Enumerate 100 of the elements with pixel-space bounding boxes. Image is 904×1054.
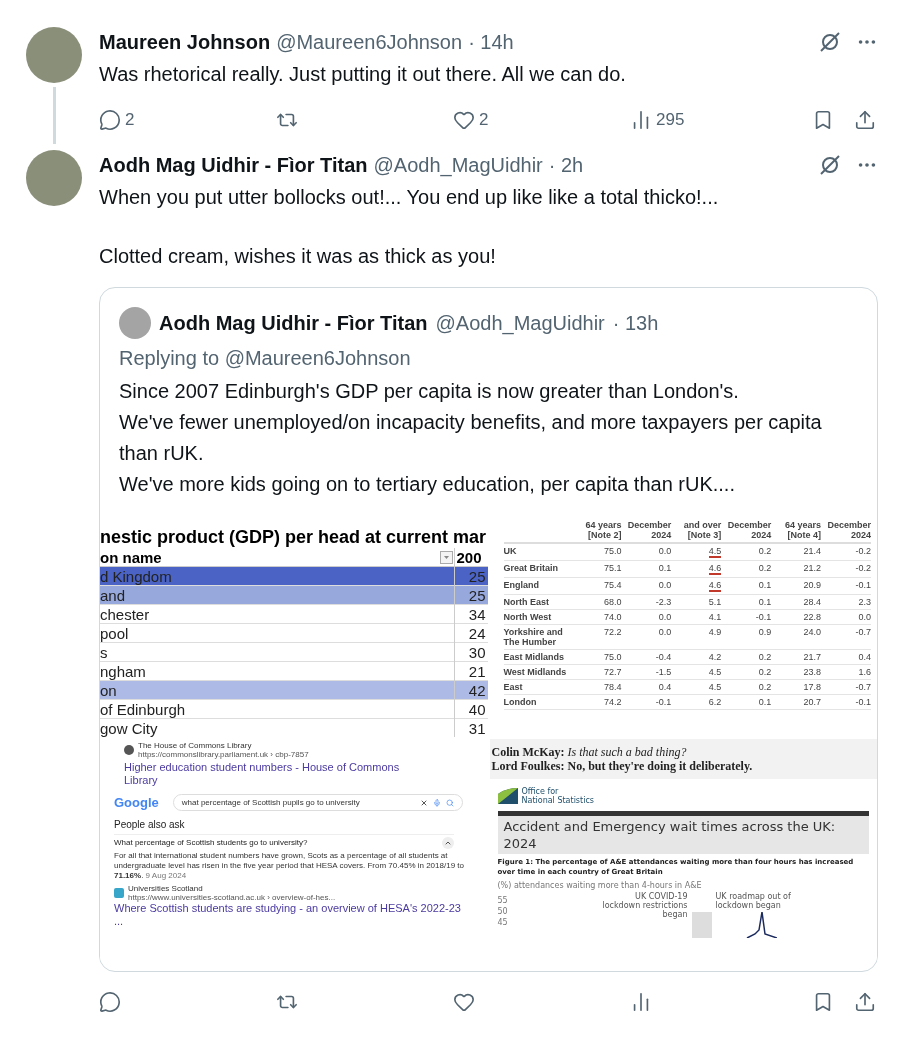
table-cell: 4.5 [708,667,722,677]
author-handle[interactable]: @Maureen6Johnson [276,27,463,57]
transcript-line: Lord Foulkes: No, but they're doing it deliberately. [491,759,754,773]
table-cell: 21 [453,661,488,681]
reply-button[interactable]: 2 [99,107,135,133]
column-header: December 2024 [726,520,772,540]
post-time: · 13h [612,311,659,336]
answer-snippet: For all that international student numbers have grown, Scots as a percentage of all students at undergraduate level has risen in the five year period that HESA covers. From 70.45% in 2018/19 to 71.16%. 9 Aug 2024 [114,850,464,881]
table-cell-text: 0.9 [758,627,772,639]
question-text[interactable]: What percentage of Scottish students go to university? [114,836,308,849]
table-cell: 21.2 [803,563,822,575]
table-cell: 0.2 [758,682,772,692]
table-cell: 78.4 [603,682,622,692]
table-cell: -0.2 [855,546,872,558]
table-cell: 25 [453,585,488,605]
table-cell: 74.2 [603,697,622,707]
table-cell: 0.4 [858,652,872,662]
table-cell: 17.8 [803,682,822,692]
chart-note: UK roadmap out of lockdown began [715,892,792,910]
table-cell: -0.4 [655,652,672,662]
result-url: https://www.universities-scotland.ac.uk › overview-of-hes... [128,892,336,902]
table-cell: 34 [453,604,488,624]
table-cell: -0.1 [855,697,872,707]
column-header: and over [Note 3] [682,520,722,540]
table-cell: 0.0 [658,546,672,558]
views-button[interactable]: 295 [630,107,685,133]
table-cell-text: East Midlands [503,652,565,662]
table-cell-text: s [100,642,109,662]
column-header: 200 [453,547,488,567]
table-cell: 4.5 [708,546,722,558]
table-cell-text: Great Britain [503,563,559,575]
table-cell: 23.8 [803,667,822,677]
axis-tick: 55 [497,896,509,905]
table-cell: 4.5 [708,682,722,692]
table-cell: 0.2 [758,667,772,677]
table-cell: 31 [453,718,488,737]
axis-tick: 45 [497,918,509,927]
table-cell: -0.7 [855,682,872,692]
table-cell: 22.8 [803,612,822,622]
table-cell-text: Yorkshire and The Humber [503,627,564,647]
table-cell: 0.2 [758,546,772,558]
table-cell: 1.6 [858,667,872,677]
table-cell-text: gow City [100,718,159,737]
author-handle[interactable]: @Aodh_MagUidhir [373,150,543,180]
like-button[interactable]: 2 [453,107,489,133]
table-cell: 0.1 [758,697,772,707]
transcript-line: Colin McKay: Is that such a bad thing? [491,745,688,759]
table-cell: 75.0 [603,652,622,662]
table-cell: 40 [453,699,488,719]
table-cell: 4.2 [708,652,722,662]
table-cell: 28.4 [803,597,822,607]
table-cell: 25 [453,566,488,586]
mention-link[interactable]: @Maureen6Johnson [224,347,411,369]
table-title: nestic product (GDP) per head at current mar [100,526,488,548]
table-cell: 42 [453,680,488,700]
post-time: · 14h [468,30,514,55]
author-name[interactable]: Maureen Johnson [99,27,271,57]
table-cell: 30 [453,642,488,662]
table-cell-text: UK [503,546,518,558]
org-name: National Statistics [521,796,594,805]
table-cell-text: on [100,680,118,700]
table-cell: 0.1 [758,580,772,592]
table-cell-text: and [100,585,127,605]
table-cell: -0.1 [655,697,672,707]
table-cell: 75.4 [603,580,622,592]
table-cell-text: North West [503,612,553,622]
table-cell: 68.0 [603,597,622,607]
table-cell-text: West Midlands [503,667,568,677]
table-cell: 20.9 [803,580,822,592]
result-url: https://commonslibrary.parliament.uk › cbp-7857 [138,750,309,759]
result-link[interactable]: Where Scottish students are studying - an overview of HESA's 2022-23 ... [114,901,464,928]
table-cell: 21.4 [803,546,822,558]
table-cell: 0.1 [758,597,772,607]
author-name[interactable]: Aodh Mag Uidhir - Fìor Titan [99,150,368,180]
table-cell-text: 4.9 [708,627,722,639]
post-text: We've fewer unemployed/on incapacity benefits, and more taxpayers per capita than rUK. [119,410,823,466]
column-header: on name [100,547,163,567]
chart-note: UK COVID-19 lockdown restrictions began [601,892,688,919]
table-cell-text: England [503,580,540,592]
table-cell-text: pool [100,623,130,643]
table-cell-text: North East [503,597,550,607]
table-cell: 4.1 [708,612,722,622]
table-cell: -0.2 [855,563,872,575]
table-cell: 4.6 [708,580,722,592]
table-cell-text: of Edinburgh [100,699,187,719]
table-cell-text: 72.2 [603,627,622,639]
author-name[interactable]: Aodh Mag Uidhir - Fìor Titan [159,308,428,338]
table-cell-text: d Kingdom [100,566,173,586]
axis-title: (%) attendances waiting more than 4-hours in A&E [497,880,703,892]
table-cell: 21.7 [803,652,822,662]
author-handle[interactable]: @Aodh_MagUidhir [435,308,605,338]
search-logo: Google [114,794,159,812]
table-cell: -0.1 [855,580,872,592]
post-text: When you put utter bollocks out!... You end up like like a total thicko!... [99,185,720,210]
result-link[interactable]: Higher education student numbers - House of Commons Library [124,761,414,787]
replying-label: Replying to [119,347,220,369]
table-cell: 4.6 [708,563,722,575]
table-cell: 75.0 [603,546,622,558]
column-header: December 2024 [626,520,672,540]
table-cell: 0.1 [658,563,672,575]
